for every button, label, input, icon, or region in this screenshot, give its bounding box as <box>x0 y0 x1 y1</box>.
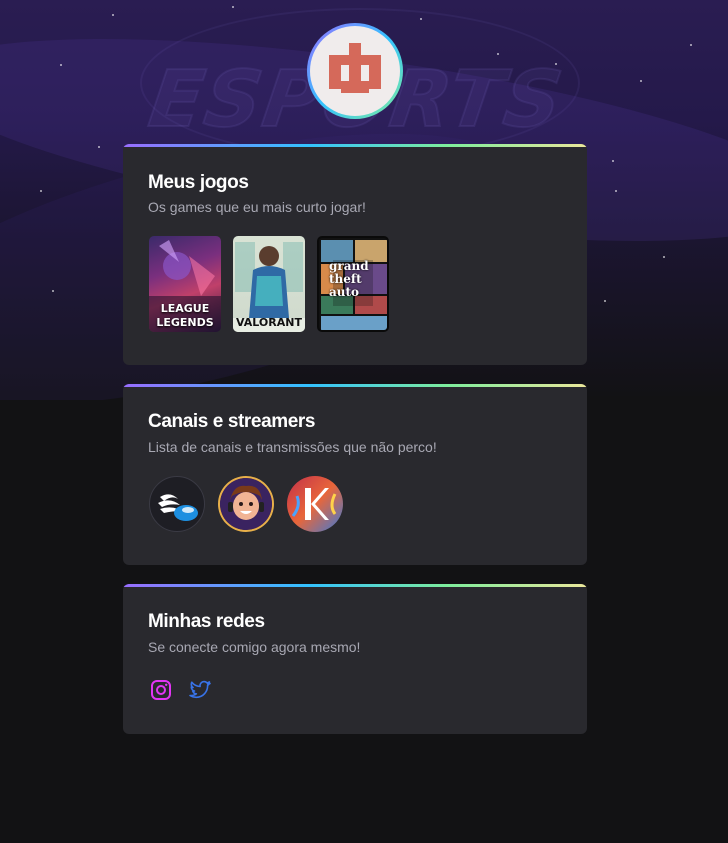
socials-title: Minhas redes <box>148 611 265 632</box>
twitter-icon <box>189 680 211 699</box>
gta-caption-3: auto <box>329 285 360 299</box>
streamer-avatar-2[interactable] <box>218 476 274 532</box>
streamers-card: Canais e streamers Lista de canais e tra… <box>123 384 587 565</box>
streamers-subtitle: Lista de canais e transmissões que não p… <box>148 439 437 455</box>
games-title: Meus jogos <box>148 172 249 193</box>
avatar-logo-icon <box>329 43 381 93</box>
instagram-icon <box>151 680 171 700</box>
valorant-caption: VALORANT <box>236 316 302 329</box>
card-accent-line <box>123 144 587 147</box>
game-league-of-legends[interactable]: LEAGUE LEGENDS <box>149 236 221 332</box>
game-valorant[interactable]: VALORANT <box>233 236 305 332</box>
streamers-title: Canais e streamers <box>148 411 316 432</box>
card-accent-line <box>123 584 587 587</box>
k-logo-icon <box>291 488 337 520</box>
games-card: Meus jogos Os games que eu mais curto jo… <box>123 144 587 365</box>
streamer-avatar-1[interactable] <box>149 476 205 532</box>
lol-caption-top: LEAGUE <box>160 302 210 315</box>
card-accent-line <box>123 384 587 387</box>
lol-caption-bottom: LEGENDS <box>156 316 214 329</box>
socials-card: Minhas redes Se conecte comigo agora mes… <box>123 584 587 734</box>
socials-subtitle: Se conecte comigo agora mesmo! <box>148 639 361 655</box>
games-subtitle: Os games que eu mais curto jogar! <box>148 199 366 215</box>
instagram-link[interactable] <box>149 678 173 702</box>
winged-logo-icon <box>158 494 198 521</box>
twitter-link[interactable] <box>188 678 212 702</box>
game-gta-v[interactable]: grand theft auto <box>317 236 389 332</box>
streamer-avatar-3[interactable] <box>287 476 343 532</box>
profile-avatar <box>307 23 403 119</box>
cartoon-face-icon <box>220 478 272 530</box>
